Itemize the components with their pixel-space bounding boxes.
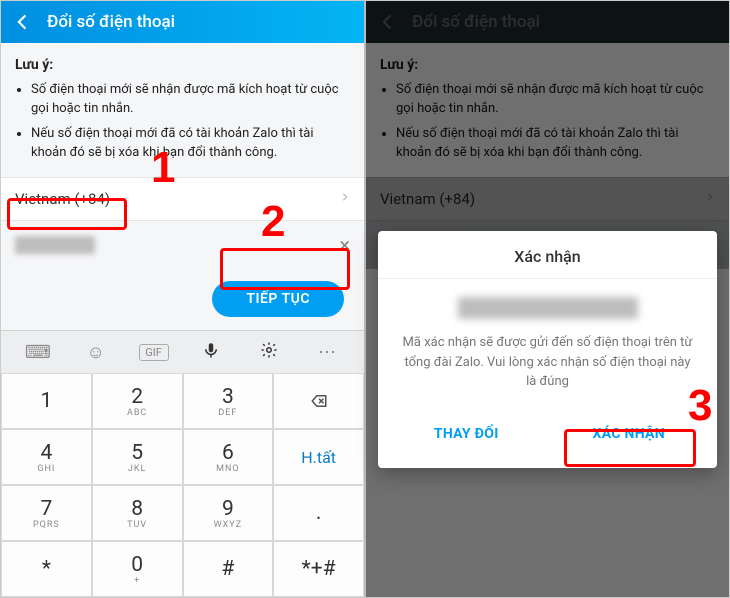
phone-input-row[interactable]: × — [1, 221, 364, 269]
note-item: Số điện thoại mới sẽ nhận được mã kích h… — [31, 81, 350, 119]
continue-button[interactable]: TIẾP TỤC — [212, 281, 344, 317]
country-selector[interactable]: Vietnam (+84) — [1, 177, 364, 221]
notes-title: Lưu ý: — [15, 55, 350, 75]
keyboard-toolbar: ⌨ ☺ GIF ⋯ — [1, 331, 364, 373]
confirm-button[interactable]: XÁC NHẬN — [553, 416, 706, 452]
keypad-key[interactable]: 6MNO — [183, 429, 274, 485]
right-pane: Đổi số điện thoại Lưu ý: Số điện thoại m… — [366, 1, 729, 597]
notes-block: Lưu ý: Số điện thoại mới sẽ nhận được mã… — [1, 43, 364, 177]
keypad-key[interactable]: 9WXYZ — [183, 485, 274, 541]
backspace-key[interactable] — [273, 373, 364, 429]
keypad-key[interactable]: 5JKL — [92, 429, 183, 485]
more-icon[interactable]: ⋯ — [312, 342, 342, 363]
keypad-key[interactable]: 7PQRS — [1, 485, 92, 541]
keypad-key[interactable]: 1 — [1, 373, 92, 429]
modal-phone-masked — [458, 297, 638, 319]
gif-icon[interactable]: GIF — [139, 344, 169, 361]
kbd-tool-icon[interactable]: ⌨ — [23, 342, 53, 363]
done-key[interactable]: H.tất — [273, 429, 364, 485]
left-pane: Đổi số điện thoại Lưu ý: Số điện thoại m… — [1, 1, 364, 597]
change-button[interactable]: THAY ĐỔI — [390, 416, 543, 452]
keypad-key[interactable]: 3DEF — [183, 373, 274, 429]
clear-icon[interactable]: × — [339, 233, 350, 257]
keypad-key[interactable]: 0+ — [92, 541, 183, 597]
chevron-right-icon — [340, 190, 350, 208]
confirm-modal: Xác nhận Mã xác nhận sẽ được gửi đến số … — [378, 231, 717, 468]
header-title: Đổi số điện thoại — [47, 12, 175, 32]
modal-message: Mã xác nhận sẽ được gửi đến số điện thoạ… — [402, 333, 693, 392]
modal-title: Xác nhận — [378, 231, 717, 279]
keypad-key[interactable]: * — [1, 541, 92, 597]
back-icon[interactable] — [11, 10, 35, 34]
keypad-key[interactable]: # — [183, 541, 274, 597]
phone-value-masked — [15, 236, 95, 254]
header-bar: Đổi số điện thoại — [1, 1, 364, 43]
sticker-icon[interactable]: ☺ — [81, 342, 111, 363]
mic-icon[interactable] — [196, 341, 226, 364]
country-label: Vietnam (+84) — [15, 190, 110, 208]
keypad-key[interactable]: 8TUV — [92, 485, 183, 541]
keypad-key[interactable]: 4GHI — [1, 429, 92, 485]
keypad-key[interactable]: . — [273, 485, 364, 541]
keypad-key[interactable]: *+# — [273, 541, 364, 597]
note-item: Nếu số điện thoại mới đã có tài khoản Za… — [31, 125, 350, 163]
settings-icon[interactable] — [254, 341, 284, 364]
keypad-key[interactable]: 2ABC — [92, 373, 183, 429]
keyboard: ⌨ ☺ GIF ⋯ 12ABC3DEF 4GHI5JKL6MNOH.tất 7PQR… — [1, 330, 364, 597]
